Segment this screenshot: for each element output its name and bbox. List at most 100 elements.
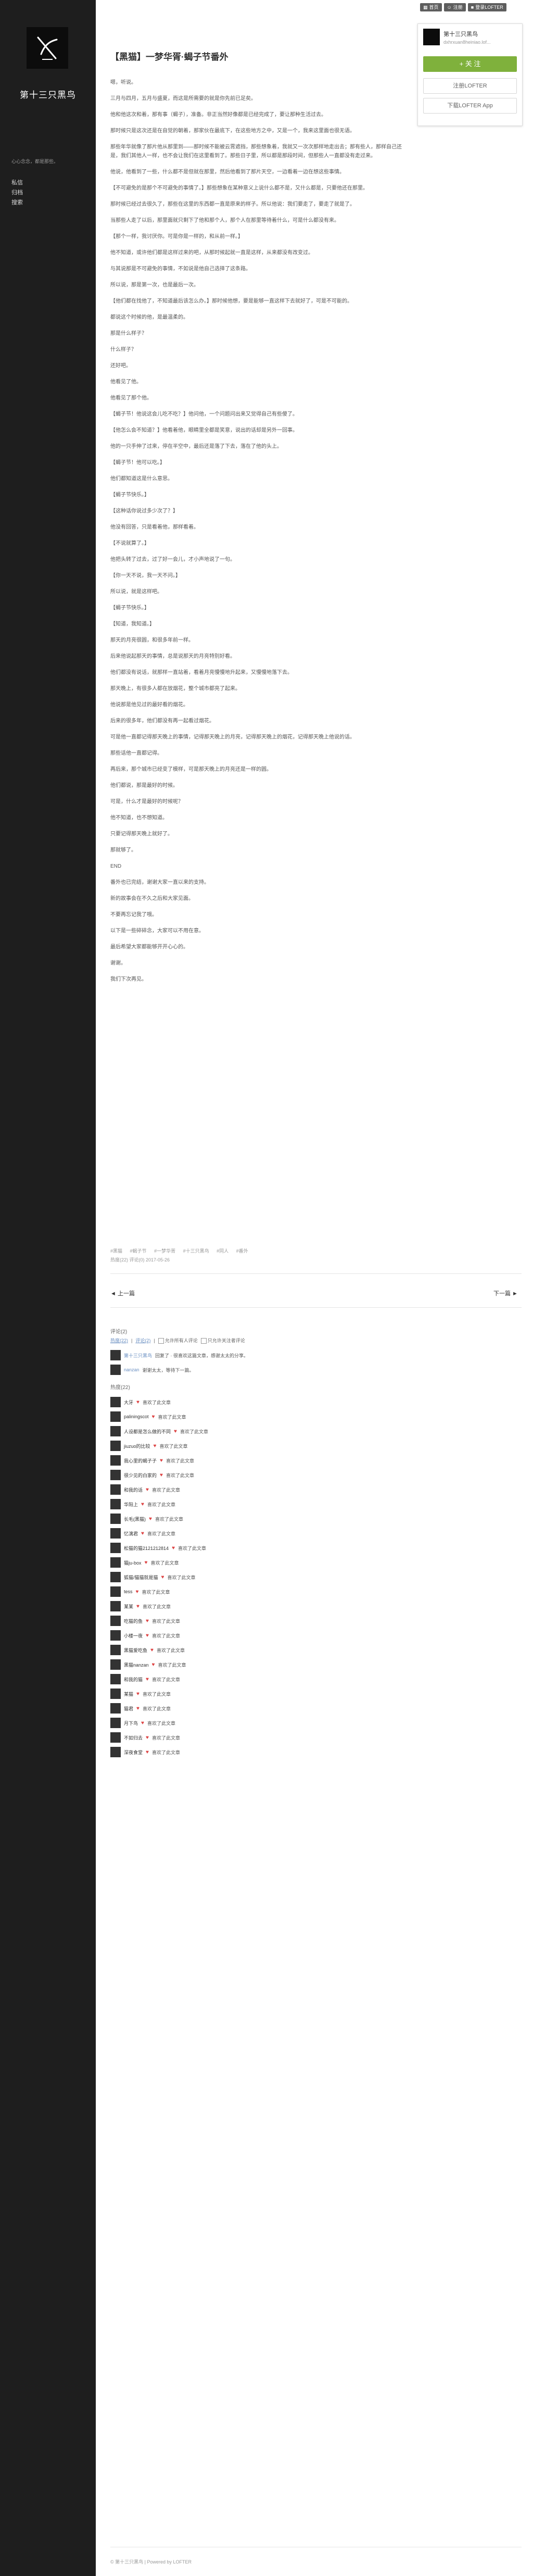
tab-comments[interactable]: 评论(2) (135, 1337, 150, 1344)
sidebar-item-search[interactable]: 搜索 (11, 198, 23, 208)
hot-action: 喜欢了此文章 (142, 1399, 171, 1405)
tab-hot[interactable]: 热度(22) (110, 1337, 128, 1344)
avatar[interactable] (110, 1455, 121, 1466)
post-paragraph: 【那个一样，我讨厌你。可是你是一样的，和从前一样。】 (110, 234, 243, 240)
avatar[interactable] (110, 1586, 121, 1597)
avatar[interactable] (110, 1397, 121, 1407)
avatar[interactable] (110, 1572, 121, 1582)
blog-description: 心心念念，都是那些。 (11, 159, 59, 164)
hot-action: 喜欢了此文章 (156, 1647, 185, 1653)
avatar[interactable] (110, 1630, 121, 1641)
card-avatar[interactable] (423, 29, 440, 45)
checkbox[interactable] (200, 1338, 207, 1344)
home-button[interactable]: ▦ 首页 (420, 3, 442, 11)
hot-user-name[interactable]: paliningscot (124, 1414, 149, 1419)
hot-user-name[interactable]: 小楼一夜 (124, 1632, 143, 1639)
hot-item: 黑猫nanzan ♥ 喜欢了此文章 (110, 1658, 186, 1671)
hot-user-name[interactable]: 和我的猫 (124, 1676, 143, 1683)
hot-user-name[interactable]: 猫ju-box (124, 1559, 142, 1566)
hot-user-name[interactable]: jiuzuo的比较 (124, 1443, 150, 1449)
post-paragraph: 可是，什么才是最好的时候呢？ (110, 799, 183, 805)
hot-user-name[interactable]: tess (124, 1589, 133, 1594)
post-paragraph: 他不知道，也不想知道。 (110, 815, 168, 821)
hot-user-name[interactable]: 长毛(黑猫) (124, 1516, 146, 1522)
hot-user-name[interactable]: 猫君 (124, 1705, 133, 1712)
heart-icon: ♥ (136, 1691, 139, 1697)
register-lofter-button[interactable]: 注册LOFTER (423, 78, 517, 94)
post-paragraph: 三月与四月，五月与盛夏，而这是所需要的就是你先前已足矣。 (110, 96, 256, 102)
avatar[interactable] (110, 1441, 121, 1451)
hot-user-name[interactable]: 黑猫nanzan (124, 1661, 149, 1668)
hot-user-name[interactable]: 黑猫爱吃鱼 (124, 1647, 147, 1654)
tag-link[interactable]: #黑猫 (110, 1248, 122, 1254)
option-followers[interactable]: 只允许关注者评论 (200, 1337, 245, 1344)
hot-user-name[interactable]: 吃猫的鱼 (124, 1618, 143, 1624)
option-all[interactable]: 允许所有人评论 (158, 1337, 198, 1344)
hot-user-name[interactable]: 很少见的白家的 (124, 1472, 157, 1479)
hot-title: 热度(22) (110, 1385, 130, 1391)
avatar[interactable] (110, 1426, 121, 1436)
post-paragraph: 所以说，那是第一次，也是最后一次。 (110, 282, 199, 288)
avatar[interactable] (110, 1732, 121, 1743)
tag-link[interactable]: #同人 (217, 1248, 229, 1254)
checkbox[interactable] (158, 1338, 164, 1344)
hot-item: 很少见的白家的 ♥ 喜欢了此文章 (110, 1469, 194, 1481)
avatar[interactable] (110, 1350, 121, 1360)
register-button[interactable]: ☺ 注册 (443, 3, 466, 11)
hot-user-name[interactable]: 某猫 (124, 1691, 133, 1697)
avatar[interactable] (110, 1470, 121, 1480)
hot-user-name[interactable]: 人设都是怎么做的不同 (124, 1428, 171, 1435)
hot-user-name[interactable]: 某某 (124, 1603, 133, 1610)
hot-user-name[interactable]: 忆漓君 (124, 1530, 138, 1537)
tag-link[interactable]: #一梦华胥 (154, 1248, 175, 1254)
grid-icon: ▦ (423, 5, 428, 10)
blog-logo[interactable] (27, 27, 68, 69)
blog-name[interactable]: 第十三只黑鸟 (0, 87, 96, 101)
prev-post-link[interactable]: ◄ 上一篇 (110, 1289, 135, 1297)
hot-user-name[interactable]: 月下鸟 (124, 1720, 138, 1727)
avatar[interactable] (110, 1499, 121, 1509)
avatar[interactable] (110, 1718, 121, 1728)
hot-user-name[interactable]: 深夜食堂 (124, 1749, 143, 1756)
post-paragraph: 【知道，我知道。】 (110, 621, 155, 627)
avatar[interactable] (110, 1659, 121, 1670)
sidebar-item-archive[interactable]: 归档 (11, 188, 23, 198)
card-blog-name[interactable]: 第十三只黑鸟 (443, 30, 491, 38)
tag-link[interactable]: #蝎子节 (130, 1248, 147, 1254)
avatar[interactable] (110, 1365, 121, 1375)
commenter-name[interactable]: nanzan (124, 1367, 139, 1372)
avatar[interactable] (110, 1514, 121, 1524)
hot-user-name[interactable]: 大牙 (124, 1399, 133, 1406)
post-title: 【黑猫】一梦华胥·蝎子节番外 (110, 52, 229, 62)
divider (110, 1307, 522, 1308)
login-button[interactable]: ■ 登录LOFTER (467, 3, 506, 11)
avatar[interactable] (110, 1616, 121, 1626)
hot-user-name[interactable]: 和我的话 (124, 1486, 143, 1493)
hot-user-name[interactable]: 狐猫/猫猫就是猫 (124, 1574, 158, 1581)
follow-button[interactable]: + 关 注 (423, 56, 517, 72)
hot-user-name[interactable]: 松猫的猫2121212814 (124, 1545, 169, 1552)
hot-user-name[interactable]: 华阳上 (124, 1501, 138, 1508)
avatar[interactable] (110, 1703, 121, 1714)
post-paragraph: 那时候已经过去很久了，那些在这里的东西都一直是原来的样子。所以他说：我们要走了，… (110, 202, 355, 207)
avatar[interactable] (110, 1484, 121, 1495)
avatar[interactable] (110, 1645, 121, 1655)
commenter-name[interactable]: 第十三只黑鸟 (124, 1352, 152, 1359)
avatar[interactable] (110, 1601, 121, 1611)
avatar[interactable] (110, 1557, 121, 1568)
avatar[interactable] (110, 1411, 121, 1422)
hot-user-name[interactable]: 不如归去 (124, 1734, 143, 1741)
sidebar-item-message[interactable]: 私信 (11, 178, 23, 188)
tag-link[interactable]: #十三只黑鸟 (183, 1248, 209, 1254)
next-post-link[interactable]: 下一篇 ► (493, 1289, 518, 1297)
download-app-button[interactable]: 下载LOFTER App (423, 98, 517, 114)
avatar[interactable] (110, 1543, 121, 1553)
post-paragraph: 他们都没有说话，就那样一直站着，看着月亮慢慢地升起来，又慢慢地落下去。 (110, 670, 293, 676)
avatar[interactable] (110, 1674, 121, 1684)
avatar[interactable] (110, 1689, 121, 1699)
hot-user-name[interactable]: 我心里的蝎子子 (124, 1457, 157, 1464)
tag-link[interactable]: #番外 (236, 1248, 248, 1254)
avatar[interactable] (110, 1528, 121, 1539)
post-paragraph: 那些话他一直都记得。 (110, 751, 162, 756)
avatar[interactable] (110, 1747, 121, 1757)
